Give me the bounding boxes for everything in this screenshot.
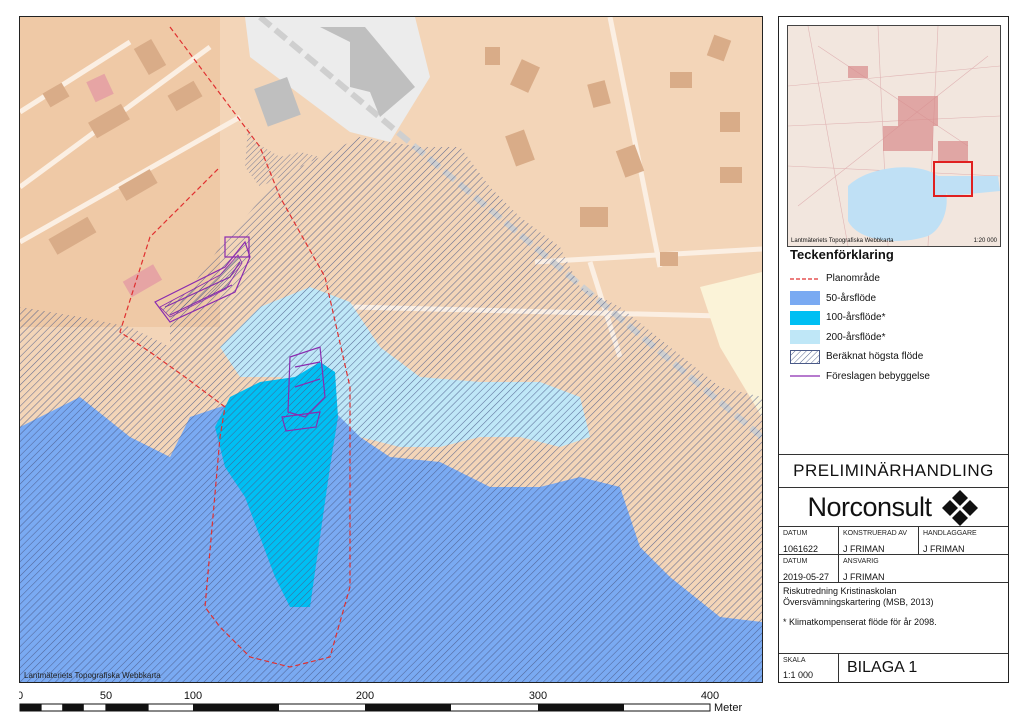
legend-label: Beräknat högsta flöde [826, 351, 924, 363]
description-line-1: Riskutredning Kristinaskolan [783, 586, 897, 596]
datum-value: 1061622 [783, 544, 819, 554]
scale-tick-label: 50 [100, 690, 112, 702]
legend-item: 100-årsflöde* [790, 308, 1000, 328]
legend-item: Beräknat högsta flöde [790, 347, 1000, 367]
flood-100-symbol [790, 310, 820, 325]
status-title: PRELIMINÄRHANDLING [779, 454, 1008, 487]
main-map[interactable]: Lantmäteriets Topografiska Webbkarta [19, 16, 763, 683]
legend-label: Planområde [826, 273, 880, 285]
flood-200-symbol [790, 330, 820, 345]
datum2-value: 2019-05-27 [783, 572, 830, 582]
description-line-2: Översvämningskartering (MSB, 2013) [783, 597, 934, 607]
scale-bar: 0 50 100 200 300 400 Meter [17, 688, 761, 723]
legend-item: Föreslagen bebyggelse [790, 367, 1000, 387]
handlaggare-value: J FRIMAN [923, 544, 965, 554]
skala-label: SKALA [783, 657, 806, 664]
legend: Planområde 50-årsflöde 100-årsflöde* 200… [790, 269, 1000, 386]
legend-label: 100-årsflöde* [826, 312, 886, 324]
title-bottom-row: SKALA 1:1 000 BILAGA 1 [779, 653, 1008, 683]
datum-label: DATUM [783, 530, 808, 537]
konstruerad-value: J FRIMAN [843, 544, 885, 554]
overview-scale: 1:20 000 [973, 238, 997, 244]
datum2-label: DATUM [783, 558, 808, 565]
legend-label: 50-årsflöde [826, 292, 877, 304]
map-credit: Lantmäteriets Topografiska Webbkarta [24, 671, 161, 680]
legend-panel: Lantmäteriets Topografiska Webbkarta 1:2… [778, 16, 1009, 683]
climate-note: * Klimatkompenserat flöde för år 2098. [783, 617, 937, 627]
map-canvas [20, 17, 762, 682]
scale-tick-label: 0 [19, 690, 23, 702]
legend-label: 200-årsflöde* [826, 331, 886, 343]
company-logo: Norconsult [779, 487, 1008, 527]
scale-tick-label: 300 [529, 690, 547, 702]
scale-unit: Meter [714, 702, 742, 714]
title-row-2: DATUM 2019-05-27 ANSVARIG J FRIMAN [779, 554, 1008, 583]
hatch-symbol [790, 349, 820, 364]
konstruerad-label: KONSTRUERAD AV [843, 530, 908, 537]
norconsult-diamond-icon [941, 489, 978, 526]
ansvarig-label: ANSVARIG [843, 558, 879, 565]
scale-tick-label: 400 [701, 690, 719, 702]
skala-value: 1:1 000 [783, 670, 814, 680]
flood-50-symbol [790, 291, 820, 306]
plan-area-symbol [790, 278, 820, 280]
overview-map[interactable]: Lantmäteriets Topografiska Webbkarta 1:2… [787, 25, 1001, 247]
handlaggare-label: HANDLAGGARE [923, 530, 977, 537]
legend-item: 200-årsflöde* [790, 328, 1000, 348]
company-name: Norconsult [807, 492, 932, 522]
sheet-label: BILAGA 1 [847, 659, 918, 676]
legend-label: Föreslagen bebyggelse [826, 370, 930, 382]
proposed-building-symbol [790, 375, 820, 377]
legend-title: Teckenförklaring [790, 247, 894, 262]
legend-item: Planområde [790, 269, 1000, 289]
scale-tick-label: 200 [356, 690, 374, 702]
title-row-1: DATUM 1061622 KONSTRUERAD AV J FRIMAN HA… [779, 526, 1008, 555]
scale-tick-label: 100 [184, 690, 202, 702]
ansvarig-value: J FRIMAN [843, 572, 885, 582]
overview-credit: Lantmäteriets Topografiska Webbkarta [791, 238, 894, 244]
legend-item: 50-årsflöde [790, 289, 1000, 309]
